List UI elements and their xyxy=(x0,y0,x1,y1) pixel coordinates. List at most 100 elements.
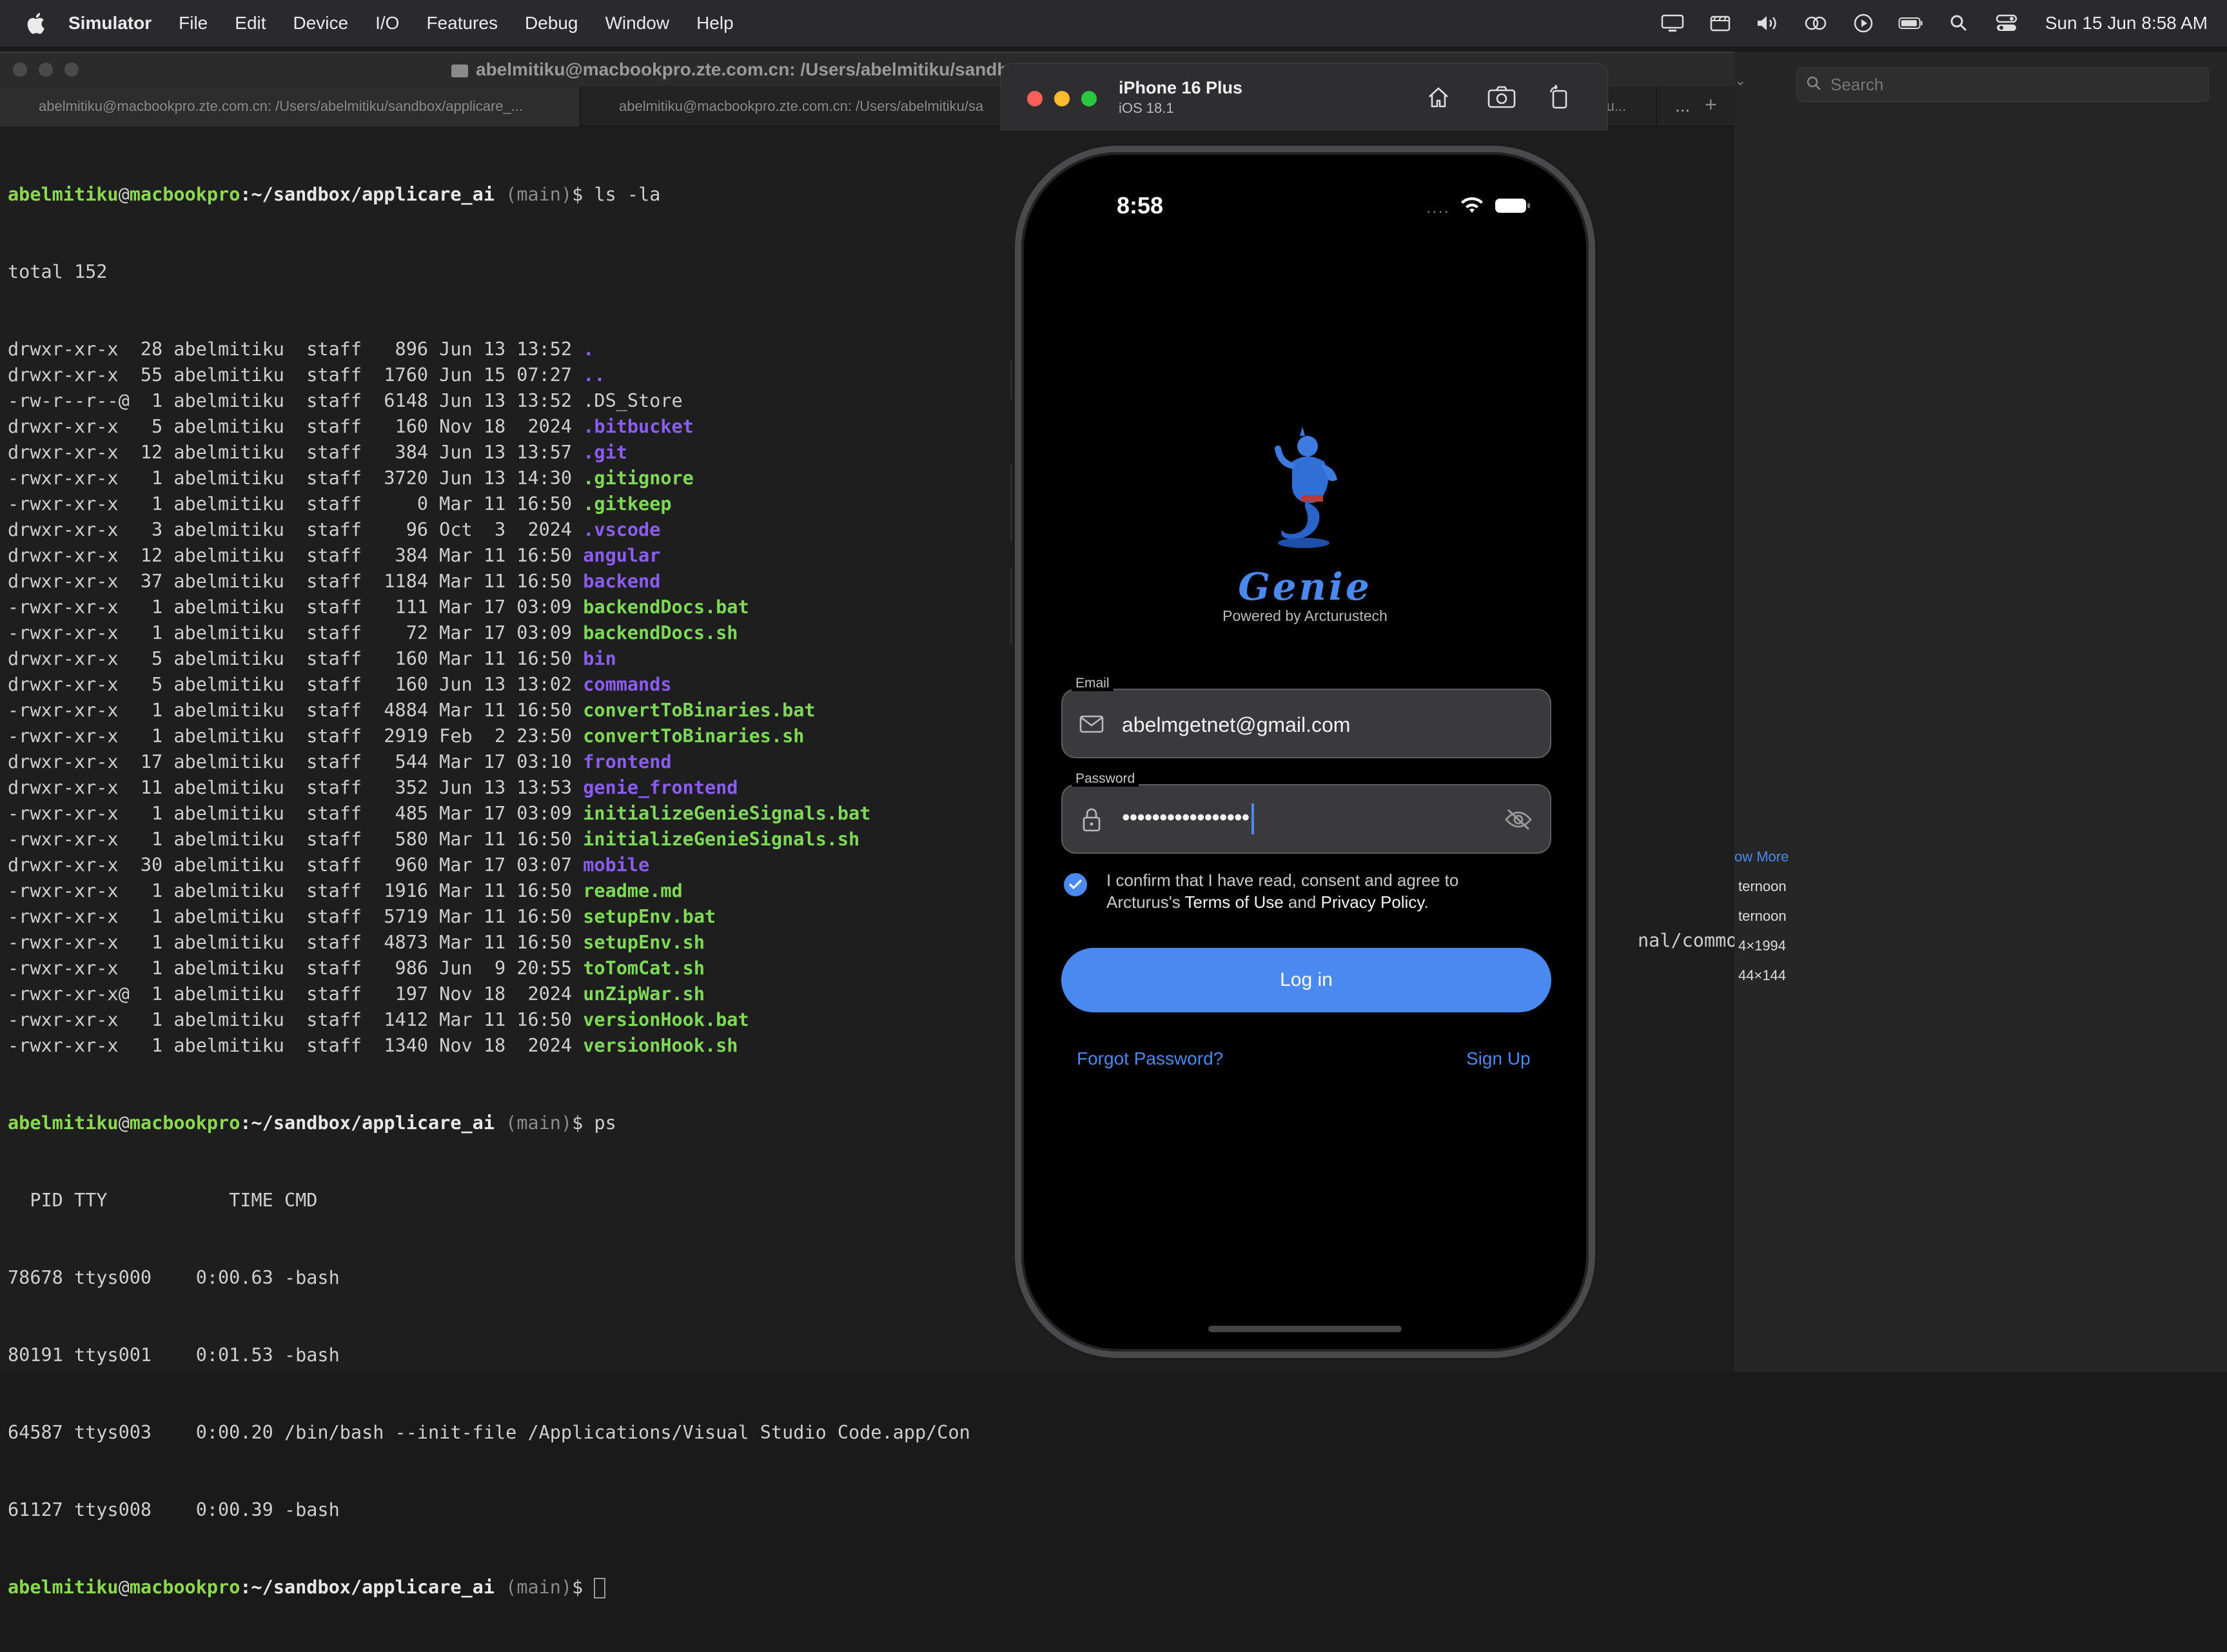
screenshot-camera-icon[interactable] xyxy=(1486,82,1517,113)
ls-row: -rwxr-xr-x 1 abelmitiku staff 5719 Mar 1… xyxy=(8,904,970,930)
ls-row-name: unZipWar.sh xyxy=(583,983,705,1005)
rotate-icon[interactable] xyxy=(1544,82,1575,113)
prompt-line: abelmitiku@macbookpro:~/sandbox/applicar… xyxy=(8,1110,970,1136)
control-center-icon[interactable] xyxy=(1994,10,2019,36)
ls-row-meta: -rwxr-xr-x 1 abelmitiku staff 1916 Mar 1… xyxy=(8,880,584,901)
ls-row-meta: -rwxr-xr-x 1 abelmitiku staff 111 Mar 17… xyxy=(8,596,584,618)
chevron-down-icon: ⌄ xyxy=(1734,72,1747,88)
ls-row-meta: drwxr-xr-x 30 abelmitiku staff 960 Mar 1… xyxy=(8,854,584,876)
ps-row-tail: nal/common xyxy=(1638,930,1749,951)
ls-row-name: . xyxy=(583,339,594,360)
terminal-title: abelmitiku@macbookpro.zte.com.cn: /Users… xyxy=(451,59,1019,80)
password-field[interactable]: Password ••••••••••••••••• xyxy=(1061,771,1551,854)
ls-row-name: .gitkeep xyxy=(583,493,672,515)
ls-row-name: versionHook.sh xyxy=(583,1035,738,1056)
email-field[interactable]: Email abelmgetnet@gmail.com xyxy=(1061,676,1551,758)
ls-row-name: bin xyxy=(583,648,616,669)
home-indicator[interactable] xyxy=(1208,1326,1402,1332)
ls-row-name: readme.md xyxy=(583,880,683,901)
email-value: abelmgetnet@gmail.com xyxy=(1122,713,1351,736)
ls-row-meta: drwxr-xr-x 5 abelmitiku staff 160 Jun 13… xyxy=(8,674,584,695)
battery-icon[interactable] xyxy=(1898,10,1924,36)
apple-icon[interactable] xyxy=(25,10,46,36)
play-icon[interactable] xyxy=(1850,10,1876,36)
terminal-output[interactable]: abelmitiku@macbookpro:~/sandbox/applicar… xyxy=(8,130,970,1652)
background-window: ⌄ Search ow More ternoon ternoon 4×1994 … xyxy=(1734,52,2227,1372)
ps-row: 78678 ttys000 0:00.63 -bash xyxy=(8,1267,340,1288)
close-button[interactable] xyxy=(13,63,27,77)
list-item: 4×1994 xyxy=(1738,938,1787,954)
sign-up-link[interactable]: Sign Up xyxy=(1466,1048,1531,1069)
folder-icon xyxy=(451,64,468,77)
menu-io[interactable]: I/O xyxy=(375,13,399,34)
terms-of-use-link[interactable]: Terms of Use xyxy=(1185,892,1284,912)
os-version: iOS 18.1 xyxy=(1119,100,1174,116)
action-button[interactable] xyxy=(1010,361,1015,400)
prompt-host: macbookpro xyxy=(129,1577,240,1598)
mail-icon xyxy=(1077,709,1106,739)
terminal-tab-1[interactable]: abelmitiku@macbookpro.zte.com.cn: /Users… xyxy=(0,86,580,126)
menu-features[interactable]: Features xyxy=(426,13,498,34)
ls-row-meta: drwxr-xr-x 12 abelmitiku staff 384 Mar 1… xyxy=(8,545,584,566)
ls-row: -rwxr-xr-x@ 1 abelmitiku staff 197 Nov 1… xyxy=(8,981,970,1007)
ls-row: drwxr-xr-x 11 abelmitiku staff 352 Jun 1… xyxy=(8,775,970,801)
search-placeholder: Search xyxy=(1830,74,1884,94)
volume-down-button[interactable] xyxy=(1010,567,1015,645)
prompt-user: abelmitiku xyxy=(8,1112,119,1134)
privacy-policy-link[interactable]: Privacy Policy xyxy=(1321,892,1424,912)
menu-device[interactable]: Device xyxy=(293,13,349,34)
ls-row: -rwxr-xr-x 1 abelmitiku staff 986 Jun 9 … xyxy=(8,956,970,981)
menu-edit[interactable]: Edit xyxy=(235,13,266,34)
zoom-button[interactable] xyxy=(64,63,79,77)
simulator-window-controls xyxy=(1027,91,1097,106)
ls-row: -rwxr-xr-x 1 abelmitiku staff 72 Mar 17 … xyxy=(8,620,970,646)
menu-debug[interactable]: Debug xyxy=(525,13,578,34)
forgot-password-link[interactable]: Forgot Password? xyxy=(1077,1048,1223,1069)
clapper-icon[interactable] xyxy=(1707,10,1733,36)
status-bar-icons: .... xyxy=(1426,196,1531,219)
home-icon[interactable] xyxy=(1423,82,1454,113)
menu-window[interactable]: Window xyxy=(605,13,669,34)
close-button[interactable] xyxy=(1027,91,1043,106)
ls-row: -rwxr-xr-x 1 abelmitiku staff 1916 Mar 1… xyxy=(8,878,970,904)
minimize-button[interactable] xyxy=(1054,91,1070,106)
ls-row: drwxr-xr-x 30 abelmitiku staff 960 Mar 1… xyxy=(8,852,970,878)
consent-checkbox[interactable] xyxy=(1064,873,1087,896)
volume-up-button[interactable] xyxy=(1010,464,1015,542)
minimize-button[interactable] xyxy=(39,63,53,77)
ls-row-name: .gitignore xyxy=(583,467,694,489)
ls-row-name: .DS_Store xyxy=(583,390,683,411)
search-field[interactable]: Search xyxy=(1796,67,2209,102)
ls-row: drwxr-xr-x 12 abelmitiku staff 384 Jun 1… xyxy=(8,440,970,466)
menubar-clock[interactable]: Sun 15 Jun 8:58 AM xyxy=(2045,13,2208,34)
ls-row: drwxr-xr-x 3 abelmitiku staff 96 Oct 3 2… xyxy=(8,517,970,543)
ls-row-name: frontend xyxy=(583,751,672,772)
ls-row-name: genie_frontend xyxy=(583,777,738,798)
ls-row-meta: -rwxr-xr-x 1 abelmitiku staff 0 Mar 11 1… xyxy=(8,493,584,515)
simulator-toolbar: iPhone 16 Plus iOS 18.1 xyxy=(1001,63,1608,130)
menu-file[interactable]: File xyxy=(179,13,208,34)
volume-icon[interactable] xyxy=(1755,10,1781,36)
ls-row-meta: drwxr-xr-x 55 abelmitiku staff 1760 Jun … xyxy=(8,364,584,386)
signal-dots: .... xyxy=(1426,197,1450,217)
login-button[interactable]: Log in xyxy=(1061,948,1551,1012)
menu-app-simulator[interactable]: Simulator xyxy=(68,13,152,34)
spotlight-search-icon[interactable] xyxy=(1946,10,1972,36)
prompt-path: :~/sandbox/applicare_ai xyxy=(240,1112,495,1134)
ls-row: -rwxr-xr-x 1 abelmitiku staff 3720 Jun 1… xyxy=(8,466,970,491)
ls-row-meta: -rwxr-xr-x 1 abelmitiku staff 4884 Mar 1… xyxy=(8,700,584,721)
display-icon[interactable] xyxy=(1660,10,1685,36)
new-tab-button[interactable]: + xyxy=(1705,93,1717,117)
ls-row-name: versionHook.bat xyxy=(583,1009,749,1030)
zoom-button[interactable] xyxy=(1081,91,1097,106)
eye-slash-icon[interactable] xyxy=(1504,805,1533,834)
menu-help[interactable]: Help xyxy=(696,13,734,34)
tab-overflow-button[interactable]: ... xyxy=(1675,95,1690,116)
ls-row: drwxr-xr-x 28 abelmitiku staff 896 Jun 1… xyxy=(8,337,970,362)
screen-mirror-icon[interactable] xyxy=(1803,10,1829,36)
ls-row: -rwxr-xr-x 1 abelmitiku staff 111 Mar 17… xyxy=(8,595,970,620)
ls-row-name: convertToBinaries.sh xyxy=(583,725,805,747)
ls-row-name: convertToBinaries.bat xyxy=(583,700,816,721)
show-more-link[interactable]: ow More xyxy=(1734,849,1789,865)
ls-row-meta: -rwxr-xr-x 1 abelmitiku staff 72 Mar 17 … xyxy=(8,622,584,644)
